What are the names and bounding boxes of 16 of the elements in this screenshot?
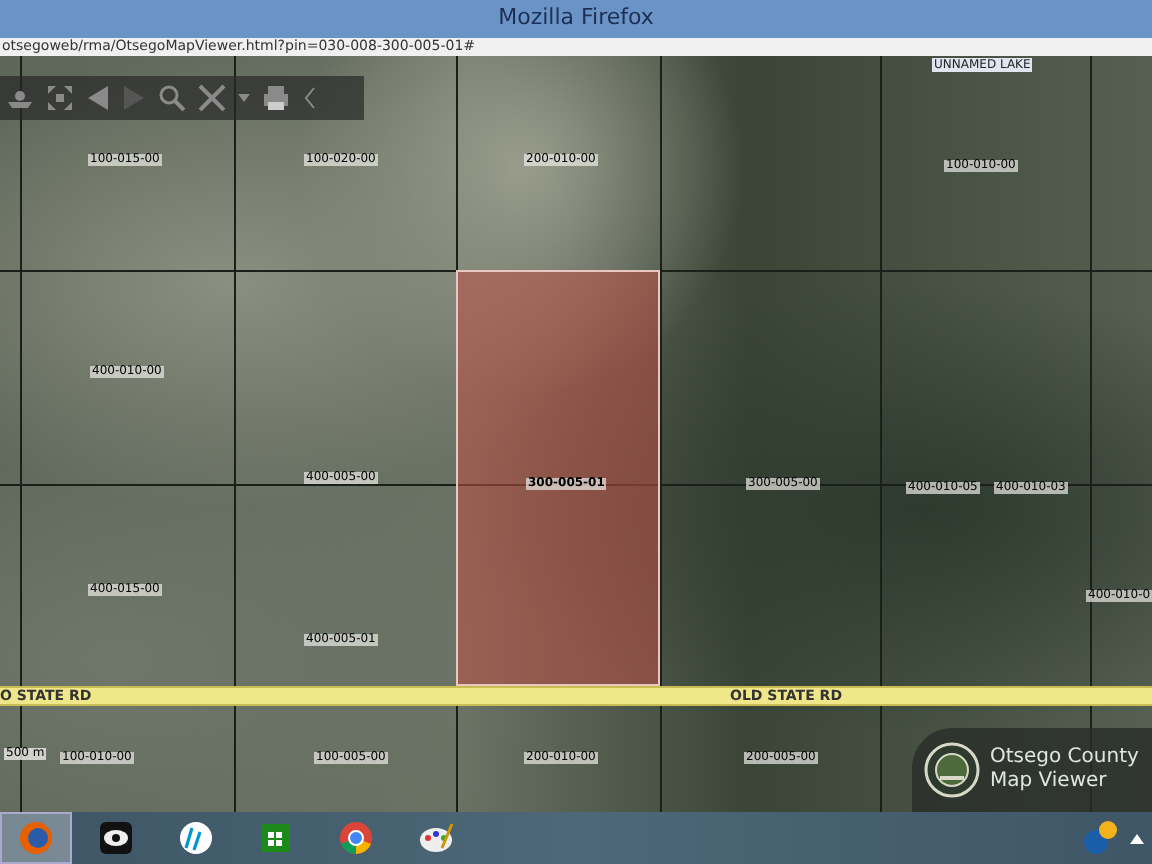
chrome-icon [338,820,374,856]
full-extent-icon[interactable] [46,84,74,112]
window-title: Mozilla Firefox [498,2,654,35]
firefox-icon [18,820,54,856]
county-seal-icon [924,742,980,798]
back-icon[interactable] [86,84,110,112]
zoom-icon[interactable] [158,84,186,112]
webcam-icon [98,820,134,856]
hp-logo-icon [178,820,214,856]
paint-palette-icon [418,820,454,856]
print-icon[interactable] [262,84,290,112]
logo-title: Otsego County [990,746,1139,770]
caret-icon[interactable] [1130,833,1144,843]
logo-subtitle: Map Viewer [990,770,1109,794]
collapse-icon[interactable] [302,84,318,112]
store-icon [258,820,294,856]
